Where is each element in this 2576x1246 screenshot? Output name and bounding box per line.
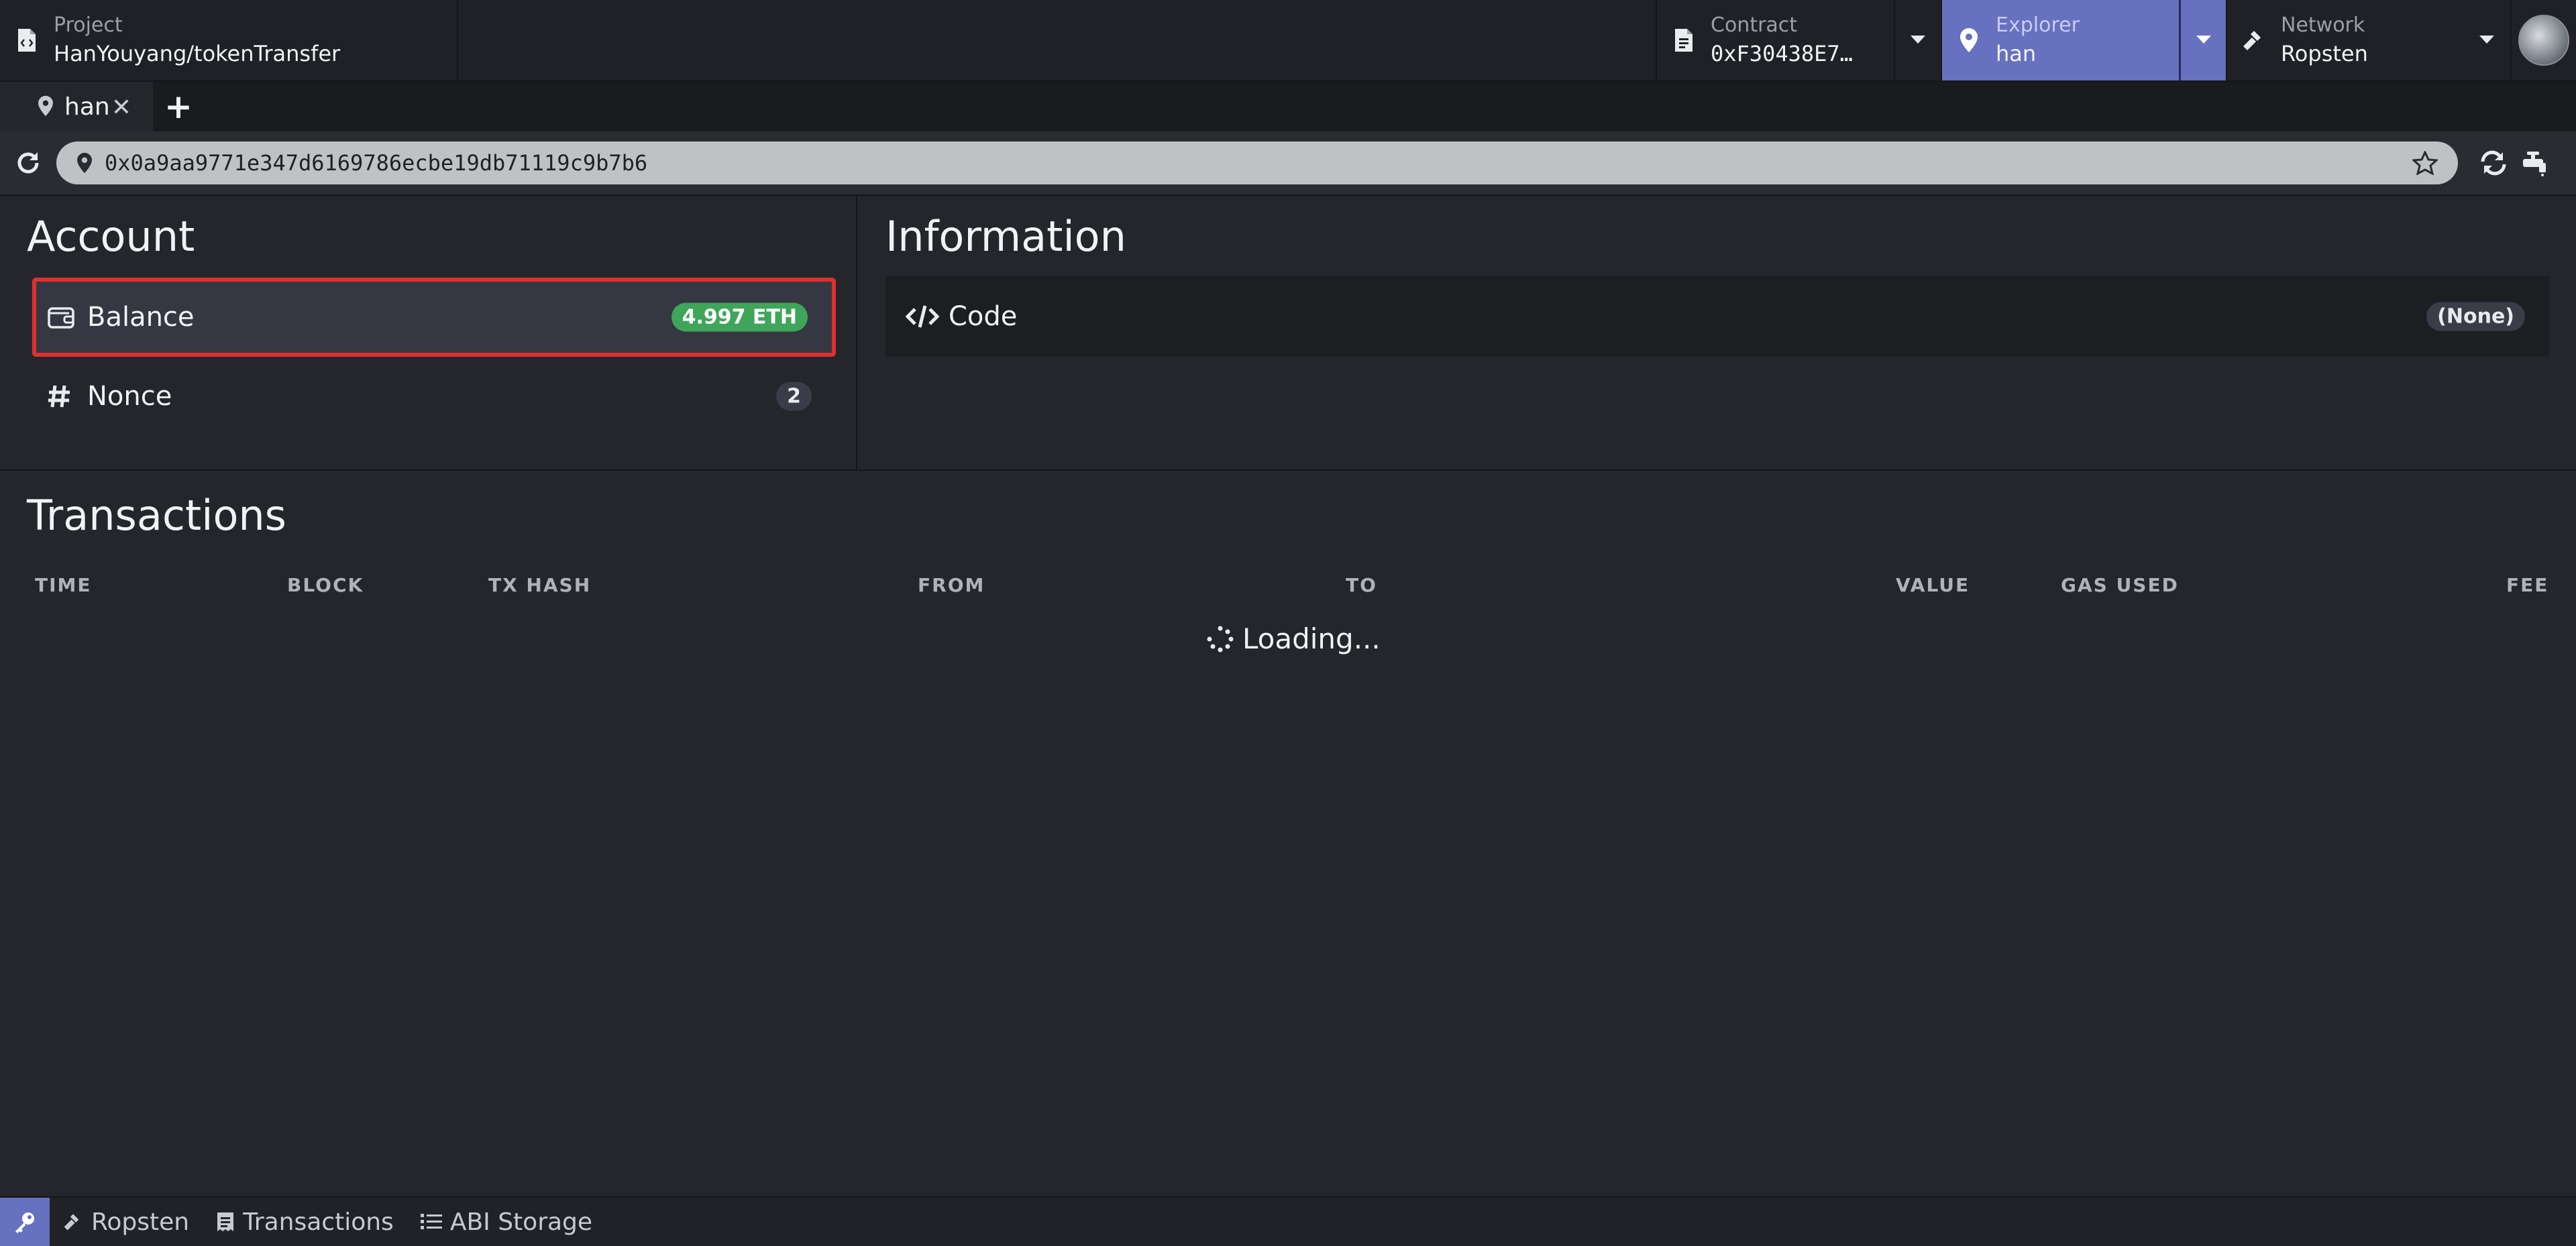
- file-contract-icon: [1657, 0, 1711, 80]
- account-title: Account: [27, 212, 195, 261]
- star-icon[interactable]: [2411, 150, 2439, 178]
- contract-address: 0xF30438E7…: [1711, 41, 1853, 66]
- balance-value-badge: 4.997 ETH: [671, 302, 808, 332]
- tab-bar: han ✕ +: [0, 82, 2576, 131]
- contract-dropdown-caret[interactable]: [1894, 0, 1941, 80]
- sync-button[interactable]: [2473, 150, 2514, 176]
- map-marker-icon: [1942, 0, 1996, 80]
- address-bar: [0, 131, 2576, 196]
- information-panel: Information Code (None): [859, 196, 2576, 471]
- chevron-down-icon: [2479, 36, 2494, 44]
- transactions-title: Transactions: [27, 491, 286, 540]
- user-avatar[interactable]: [2510, 0, 2576, 80]
- explorer-label: Explorer: [1996, 13, 2080, 37]
- explorer-name: han: [1996, 41, 2037, 66]
- code-row[interactable]: Code (None): [885, 276, 2549, 357]
- column-value[interactable]: VALUE: [1896, 574, 1970, 596]
- key-icon: [15, 1212, 34, 1233]
- status-bar: Ropsten Transactions ABI Storage: [0, 1196, 2576, 1246]
- tab-han[interactable]: han ✕: [0, 82, 153, 131]
- status-abi-storage-label: ABI Storage: [449, 1208, 593, 1236]
- hashtag-icon: [47, 384, 87, 409]
- list-icon: [420, 1214, 442, 1229]
- column-from[interactable]: FROM: [918, 574, 985, 596]
- spinner-icon: [1207, 626, 1234, 652]
- close-icon[interactable]: ✕: [111, 94, 131, 121]
- balance-label: Balance: [87, 302, 195, 333]
- navbar-spacer: [458, 0, 1656, 80]
- wallet-icon: [47, 305, 87, 329]
- map-marker-icon: [38, 95, 54, 119]
- faucet-icon: [2523, 152, 2546, 176]
- refresh-button[interactable]: [0, 150, 56, 176]
- nonce-label: Nonce: [87, 381, 172, 412]
- faucet-button[interactable]: [2514, 150, 2556, 176]
- project-label: Project: [54, 13, 123, 37]
- avatar-image: [2518, 15, 2569, 66]
- network-name: Ropsten: [2281, 41, 2368, 66]
- address-input[interactable]: [105, 150, 2318, 176]
- refresh-icon: [17, 152, 39, 174]
- key-button[interactable]: [0, 1198, 50, 1246]
- nonce-row: Nonce 2: [32, 357, 836, 436]
- code-icon: [906, 304, 949, 329]
- account-panel: Account Balance 4.997 ETH Nonce 2: [0, 196, 857, 471]
- loading-text: Loading...: [1242, 622, 1381, 655]
- project-name: HanYouyang/tokenTransfer: [54, 41, 341, 66]
- column-time[interactable]: TIME: [35, 574, 92, 596]
- tab-label: han: [64, 93, 110, 121]
- column-to[interactable]: TO: [1346, 574, 1377, 596]
- chevron-down-icon: [2196, 36, 2211, 44]
- network-selector[interactable]: Network Ropsten: [2226, 0, 2510, 80]
- contract-selector[interactable]: Contract 0xF30438E7…: [1656, 0, 1941, 80]
- add-tab-button[interactable]: +: [153, 82, 204, 131]
- network-dropdown-caret[interactable]: [2463, 0, 2510, 80]
- network-label: Network: [2281, 13, 2365, 37]
- contract-label: Contract: [1711, 13, 1798, 37]
- loading-indicator: Loading...: [1206, 622, 1381, 655]
- status-network[interactable]: Ropsten: [50, 1198, 203, 1246]
- column-gas-used[interactable]: GAS USED: [2061, 574, 2179, 596]
- hammer-icon: [2227, 0, 2281, 80]
- transactions-table-header: TIME BLOCK TX HASH FROM TO VALUE GAS USE…: [0, 571, 2576, 601]
- status-network-label: Ropsten: [91, 1208, 190, 1236]
- receipt-icon: [217, 1212, 234, 1231]
- exchange-icon: [2481, 150, 2506, 176]
- file-code-icon: [0, 0, 54, 80]
- column-tx-hash[interactable]: TX HASH: [488, 574, 591, 596]
- code-value-badge: (None): [2426, 302, 2525, 331]
- balance-row[interactable]: Balance 4.997 ETH: [32, 278, 836, 357]
- address-field[interactable]: [56, 141, 2458, 184]
- project-selector[interactable]: Project HanYouyang/tokenTransfer: [0, 0, 458, 80]
- status-abi-storage[interactable]: ABI Storage: [407, 1198, 606, 1246]
- column-fee[interactable]: FEE: [2506, 574, 2548, 596]
- top-navbar: Project HanYouyang/tokenTransfer Contrac…: [0, 0, 2576, 82]
- chevron-down-icon: [1911, 36, 1925, 44]
- map-marker-icon: [76, 152, 93, 174]
- code-label: Code: [949, 301, 1018, 332]
- nonce-value-badge: 2: [776, 382, 812, 411]
- hammer-icon: [64, 1214, 79, 1231]
- explorer-selector[interactable]: Explorer han: [1941, 0, 2226, 80]
- information-title: Information: [885, 212, 1126, 261]
- explorer-dropdown-caret[interactable]: [2179, 0, 2226, 80]
- column-block[interactable]: BLOCK: [287, 574, 364, 596]
- status-transactions-label: Transactions: [243, 1208, 394, 1236]
- status-transactions[interactable]: Transactions: [203, 1198, 407, 1246]
